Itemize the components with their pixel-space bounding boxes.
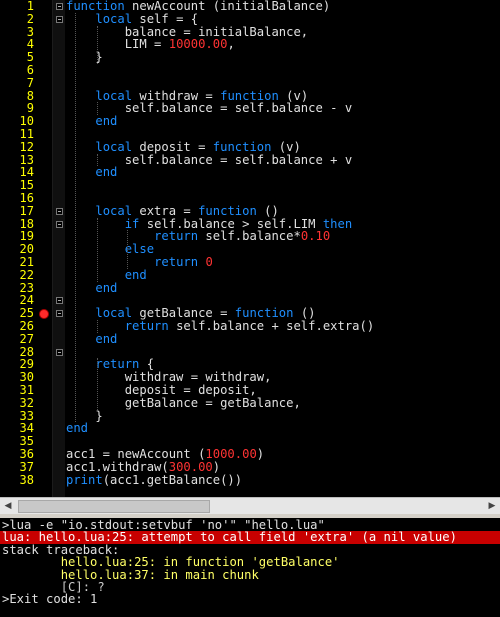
output-line: hello.lua:25: in function 'getBalance' bbox=[2, 555, 340, 570]
keyword-token: end bbox=[95, 331, 118, 346]
number-token: 10000.00 bbox=[168, 37, 228, 52]
error-message-line: lua: hello.lua:25: attempt to call field… bbox=[0, 531, 500, 544]
code-line[interactable]: end bbox=[66, 166, 117, 179]
keyword-token: end bbox=[66, 421, 89, 436]
keyword-token: return bbox=[154, 229, 199, 244]
indent-guide bbox=[126, 230, 128, 269]
indent-guide bbox=[75, 12, 77, 423]
indent-guide bbox=[97, 153, 99, 167]
line-number: 22 bbox=[19, 267, 34, 282]
line-number: 11 bbox=[19, 127, 34, 141]
keyword-token: end bbox=[124, 267, 147, 282]
scroll-right-arrow-icon[interactable]: ▶ bbox=[484, 498, 500, 514]
code-token: self.balance* bbox=[198, 229, 301, 244]
line-number: 12 bbox=[19, 139, 34, 154]
fold-marker-icon[interactable] bbox=[56, 15, 63, 23]
line-number: 26 bbox=[19, 319, 34, 333]
line-number: 21 bbox=[19, 255, 34, 269]
code-editor[interactable]: 1 2 3 4 5 6 7 8 9 10 11 12 13 14 15 16 17 18 19 20 21 22 23 24 2… bbox=[0, 0, 500, 497]
code-token: , bbox=[227, 37, 235, 52]
keyword-token: end bbox=[95, 114, 118, 129]
indent-guide bbox=[97, 25, 99, 64]
indent-guide bbox=[97, 320, 99, 333]
code-token: (acc1.getBalance()) bbox=[102, 472, 243, 487]
indent-guide bbox=[97, 217, 99, 282]
code-line[interactable]: end bbox=[66, 331, 118, 346]
indent-guide bbox=[97, 102, 99, 116]
output-pane[interactable]: >lua -e "io.stdout:setvbuf 'no'" "hello.… bbox=[0, 518, 500, 617]
number-token: 0.10 bbox=[300, 229, 331, 244]
line-number: 17 bbox=[19, 203, 34, 218]
keyword-token: return bbox=[154, 255, 199, 269]
horizontal-scrollbar[interactable]: ◀ ▶ bbox=[0, 497, 500, 514]
line-number: 32 bbox=[19, 395, 34, 410]
line-number: 16 bbox=[19, 191, 34, 205]
fold-marker-icon[interactable] bbox=[56, 348, 63, 356]
output-line: >Exit code: 1 bbox=[2, 592, 98, 607]
fold-marker-icon[interactable] bbox=[56, 3, 63, 10]
code-line[interactable]: end bbox=[66, 115, 117, 128]
line-number: 38 bbox=[19, 472, 34, 487]
indent-guide bbox=[97, 358, 99, 410]
fold-marker-icon[interactable] bbox=[56, 297, 63, 305]
code-line[interactable]: end bbox=[66, 280, 118, 295]
code-line[interactable]: print(acc1.getBalance()) bbox=[66, 472, 243, 487]
line-number: 2 bbox=[26, 11, 34, 26]
line-number: 27 bbox=[19, 331, 34, 346]
code-token: ) bbox=[256, 447, 265, 461]
scrollbar-thumb[interactable] bbox=[18, 500, 210, 513]
keyword-token: return bbox=[124, 319, 169, 333]
line-number: 7 bbox=[26, 75, 34, 90]
line-number: 37 bbox=[19, 459, 34, 474]
fold-margin[interactable] bbox=[52, 0, 65, 497]
keyword-token: end bbox=[95, 280, 118, 295]
keyword-token: print bbox=[66, 472, 103, 487]
marker-margin[interactable] bbox=[36, 0, 52, 497]
line-number: 6 bbox=[26, 63, 34, 77]
line-number: 36 bbox=[19, 447, 34, 461]
fold-marker-icon[interactable] bbox=[56, 310, 63, 318]
number-token: 0 bbox=[205, 255, 213, 269]
scroll-left-arrow-icon[interactable]: ◀ bbox=[0, 498, 16, 514]
code-line[interactable]: end bbox=[66, 422, 88, 435]
fold-marker-icon[interactable] bbox=[56, 207, 63, 215]
fold-marker-icon[interactable] bbox=[56, 220, 63, 228]
keyword-token: end bbox=[95, 165, 118, 180]
line-number: 31 bbox=[19, 383, 34, 397]
line-number: 1 bbox=[26, 0, 34, 13]
code-area[interactable]: function newAccount (initialBalance) loc… bbox=[66, 0, 500, 497]
line-number-gutter: 1 2 3 4 5 6 7 8 9 10 11 12 13 14 15 16 17 18 19 20 21 22 23 24 2… bbox=[0, 0, 36, 497]
breakpoint-icon[interactable] bbox=[39, 309, 49, 320]
code-token: self.balance + self.extra() bbox=[168, 319, 375, 333]
